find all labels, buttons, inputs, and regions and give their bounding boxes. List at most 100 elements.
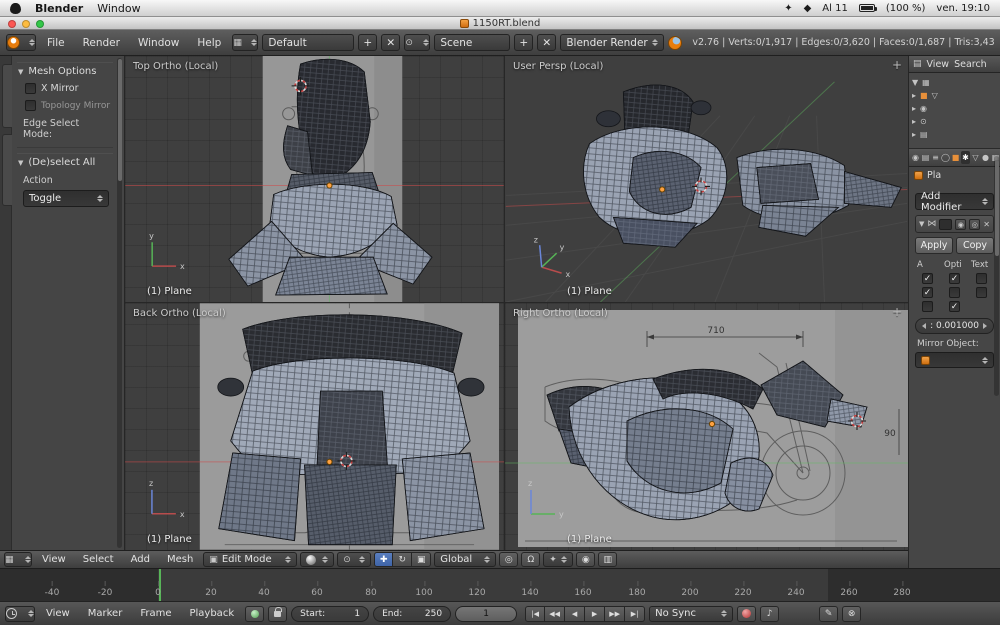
tool-shelf-scrollbar[interactable] bbox=[117, 58, 122, 548]
app-menu[interactable]: Blender bbox=[35, 2, 83, 15]
layout-name-field[interactable]: Default bbox=[262, 34, 354, 51]
mesh-options-panel-header[interactable]: ▼ Mesh Options bbox=[17, 62, 113, 80]
sync-mode-dropdown[interactable]: No Sync bbox=[649, 606, 733, 622]
add-menu[interactable]: Add bbox=[124, 554, 157, 565]
add-layout-button[interactable]: + bbox=[358, 34, 377, 51]
scale-manipulator-icon[interactable]: ▣ bbox=[412, 552, 431, 567]
timeline-playback-menu[interactable]: Playback bbox=[182, 608, 241, 619]
decrement-arrow-icon[interactable] bbox=[922, 323, 926, 329]
viewport-user-persp[interactable]: x y z + User Persp (Local) (1) Plane bbox=[505, 56, 908, 303]
axis-y-checkbox[interactable]: ✓ bbox=[922, 287, 933, 298]
tab-world[interactable]: ◯ bbox=[941, 151, 950, 164]
increment-arrow-icon[interactable] bbox=[983, 323, 987, 329]
outliner-search-menu[interactable]: Search bbox=[954, 59, 987, 70]
rotate-manipulator-icon[interactable]: ↻ bbox=[393, 552, 412, 567]
tool-shelf-tab[interactable] bbox=[2, 134, 12, 206]
preview-range-button[interactable] bbox=[245, 606, 264, 622]
properties-scrollbar[interactable] bbox=[994, 156, 999, 396]
viewport-shading-dropdown[interactable] bbox=[300, 552, 334, 567]
modifier-render-toggle[interactable]: ◉ bbox=[955, 219, 966, 230]
outliner-row[interactable]: ▼▦ bbox=[912, 76, 997, 89]
viewport-top-ortho[interactable]: x y Top Ortho (Local) (1) Plane bbox=[125, 56, 505, 303]
timeline-marker-menu[interactable]: Marker bbox=[81, 608, 130, 619]
modifier-visibility-toggle[interactable]: ◎ bbox=[969, 219, 980, 230]
axis-z-checkbox[interactable] bbox=[922, 301, 933, 312]
mesh-menu[interactable]: Mesh bbox=[160, 554, 200, 565]
breadcrumb-object-name[interactable]: Pla bbox=[927, 170, 941, 181]
play-reverse-button[interactable]: ◀ bbox=[565, 606, 585, 622]
clipping-checkbox[interactable] bbox=[949, 287, 960, 298]
tab-object[interactable]: ■ bbox=[951, 151, 960, 164]
tab-object-data[interactable]: ▽ bbox=[971, 151, 980, 164]
delete-layout-button[interactable]: ✕ bbox=[381, 34, 400, 51]
timeline-ruler[interactable]: -40 -20 0 20 40 60 80 100 120 140 160 18… bbox=[0, 568, 1000, 601]
outliner-row[interactable]: ▸⊙ bbox=[912, 115, 997, 128]
deselect-panel-header[interactable]: ▼ (De)select All bbox=[17, 153, 113, 171]
x-mirror-checkbox[interactable] bbox=[25, 83, 36, 94]
viewport-back-ortho[interactable]: x z Back Ortho (Local) (1) Plane bbox=[125, 303, 505, 550]
start-frame-field[interactable]: Start: 1 bbox=[291, 606, 369, 622]
apply-button[interactable]: Apply bbox=[915, 237, 953, 254]
delete-scene-button[interactable]: ✕ bbox=[537, 34, 556, 51]
collapse-triangle-icon[interactable]: ▼ bbox=[919, 220, 924, 228]
tab-modifiers[interactable]: ✱ bbox=[961, 151, 970, 164]
timeline-editor-button[interactable] bbox=[5, 606, 35, 622]
menubar-clock[interactable]: ven. 19:10 bbox=[936, 3, 990, 14]
lock-button[interactable] bbox=[268, 606, 287, 622]
next-keyframe-button[interactable]: ▶▶ bbox=[605, 606, 625, 622]
editor-type-button[interactable]: ▦ bbox=[4, 552, 32, 567]
window-titlebar[interactable]: 1150RT.blend bbox=[0, 17, 1000, 30]
timeline-view-menu[interactable]: View bbox=[39, 608, 77, 619]
mirror-modifier-header[interactable]: ▼ ⋈ ◉ ◎ ✕ bbox=[915, 215, 994, 233]
merge-checkbox[interactable]: ✓ bbox=[949, 273, 960, 284]
current-frame-field[interactable]: 1 bbox=[455, 606, 517, 622]
status-icon-1[interactable]: ✦ bbox=[784, 3, 792, 14]
action-toggle-dropdown[interactable]: Toggle bbox=[23, 190, 109, 207]
mirror-v-checkbox[interactable] bbox=[976, 287, 987, 298]
opengl-render-anim-icon[interactable]: ▥ bbox=[598, 552, 617, 567]
help-menu[interactable]: Help bbox=[190, 37, 228, 49]
tab-render[interactable]: ◉ bbox=[911, 151, 920, 164]
tab-scene[interactable]: ≡ bbox=[931, 151, 940, 164]
layout-browse-button[interactable]: ▦ bbox=[232, 34, 258, 51]
pivot-dropdown[interactable]: ⊙ bbox=[337, 552, 371, 567]
delete-modifier-icon[interactable]: ✕ bbox=[983, 220, 990, 229]
mirror-object-dropdown[interactable] bbox=[915, 352, 994, 368]
expand-region-icon[interactable]: + bbox=[892, 306, 902, 318]
tab-material[interactable]: ● bbox=[981, 151, 990, 164]
file-menu[interactable]: File bbox=[40, 37, 72, 49]
translate-manipulator-icon[interactable]: ✚ bbox=[374, 552, 393, 567]
render-engine-dropdown[interactable]: Blender Render bbox=[560, 34, 664, 51]
outliner-view-menu[interactable]: View bbox=[927, 59, 950, 70]
window-menu[interactable]: Window bbox=[97, 2, 140, 15]
snap-magnet-icon[interactable]: Ω bbox=[521, 552, 540, 567]
tab-render-layers[interactable]: ▤ bbox=[921, 151, 930, 164]
modifier-name-field[interactable] bbox=[939, 219, 952, 230]
window-menu-blender[interactable]: Window bbox=[131, 37, 186, 49]
opengl-render-icon[interactable]: ◉ bbox=[576, 552, 595, 567]
status-icon-2[interactable]: ◆ bbox=[804, 3, 812, 14]
tool-shelf-tab[interactable] bbox=[2, 64, 12, 128]
merge-limit-field[interactable]: : 0.001000 bbox=[915, 318, 994, 334]
end-frame-field[interactable]: End: 250 bbox=[373, 606, 451, 622]
record-button[interactable] bbox=[737, 606, 756, 622]
outliner-row[interactable]: ▸◉ bbox=[912, 102, 997, 115]
app-icon-button[interactable] bbox=[6, 34, 36, 51]
apple-menu-icon[interactable] bbox=[10, 3, 21, 14]
outliner-row[interactable]: ▸▤ bbox=[912, 128, 997, 141]
play-button[interactable]: ▶ bbox=[585, 606, 605, 622]
mode-dropdown[interactable]: ▣ Edit Mode bbox=[203, 552, 297, 567]
jump-to-end-button[interactable]: ▶| bbox=[625, 606, 645, 622]
topology-mirror-checkbox[interactable] bbox=[25, 100, 36, 111]
copy-button[interactable]: Copy bbox=[956, 237, 994, 254]
scene-browse-button[interactable]: ⊙ bbox=[404, 34, 430, 51]
select-menu[interactable]: Select bbox=[76, 554, 121, 565]
clear-keying-set-button[interactable]: ⊗ bbox=[842, 606, 861, 622]
prev-keyframe-button[interactable]: ◀◀ bbox=[545, 606, 565, 622]
timeline-frame-menu[interactable]: Frame bbox=[133, 608, 178, 619]
input-indicator[interactable]: Al 11 bbox=[822, 3, 848, 14]
audio-scrub-button[interactable]: ♪ bbox=[760, 606, 779, 622]
render-menu[interactable]: Render bbox=[76, 37, 127, 49]
orientation-dropdown[interactable]: Global bbox=[434, 552, 496, 567]
keying-set-button[interactable]: ✎ bbox=[819, 606, 838, 622]
